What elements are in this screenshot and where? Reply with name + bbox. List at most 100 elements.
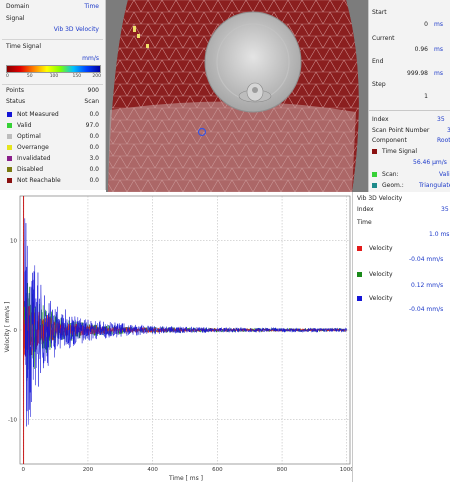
domain-value[interactable]: Time xyxy=(84,2,99,12)
geom-status-row: Geom.: Triangulated xyxy=(369,181,450,191)
disk-hub-center xyxy=(252,87,258,93)
signal-label: Signal xyxy=(6,15,25,22)
info-panel: Domain Time Signal Vib 3D Velocity Time … xyxy=(0,0,106,190)
status-item-value: 0.0 xyxy=(89,111,99,118)
start-value-row[interactable]: 0 ms xyxy=(369,20,450,30)
time-signal-value: 56.46 µm/s xyxy=(413,159,447,166)
status-item-label: Disabled xyxy=(17,166,44,173)
current-value-row[interactable]: 0.96 ms xyxy=(369,45,450,55)
status-item-value: 3.0 xyxy=(89,155,99,162)
scan-point-label: Scan Point Number xyxy=(372,127,430,134)
start-label: Start xyxy=(372,9,387,16)
status-item[interactable]: Invalidated 3.0 xyxy=(0,154,105,164)
mesh-viewport[interactable] xyxy=(106,0,368,192)
point-info-panel: Index 35 Scan Point Number 35 Component … xyxy=(368,110,450,192)
status-row[interactable]: Status Scan xyxy=(0,97,105,107)
chart-area[interactable]: 0 200 400 600 800 1000 -10 0 10 Time [ ms ] Velo… xyxy=(0,192,354,482)
end-unit: ms xyxy=(434,70,443,77)
readout-index-row: Index 35 xyxy=(353,205,450,215)
scan-label: Scan: xyxy=(382,171,399,178)
colorbar[interactable] xyxy=(6,65,101,73)
readout-time-row: Time xyxy=(353,218,450,228)
step-value-row[interactable]: 1 xyxy=(369,92,450,102)
status-swatch xyxy=(7,145,12,150)
domain-row[interactable]: Domain Time xyxy=(0,2,105,12)
readout-time-value: 1.0 ms xyxy=(429,231,450,238)
current-label: Current xyxy=(372,35,395,42)
status-swatch xyxy=(7,123,12,128)
status-item[interactable]: Not Measured 0.0 xyxy=(0,110,105,120)
status-item-value: 0.0 xyxy=(89,133,99,140)
component-value: Root xyxy=(437,137,450,144)
velocity-label: Velocity xyxy=(369,245,393,252)
readout-index-value: 35 xyxy=(441,206,449,213)
current-label-row: Current xyxy=(369,34,450,44)
signal-value[interactable]: Vib 3D Velocity xyxy=(54,25,99,35)
current-value[interactable]: 0.96 xyxy=(415,45,428,55)
signal-label-row: Signal xyxy=(0,14,105,24)
marker xyxy=(133,26,136,32)
x-tick-label: 1000 xyxy=(340,467,352,473)
status-swatch xyxy=(7,112,12,117)
status-item-label: Invalidated xyxy=(17,155,51,162)
velocity-label: Velocity xyxy=(369,271,393,278)
status-item[interactable]: Optimal 0.0 xyxy=(0,132,105,142)
mesh-lower-band xyxy=(108,101,356,192)
status-item-value: 97.0 xyxy=(85,122,99,129)
scan-value: Valid xyxy=(439,171,450,178)
geom-value: Triangulated xyxy=(419,182,450,189)
index-label: Index xyxy=(372,116,389,123)
time-signal-label: Time Signal xyxy=(382,148,418,155)
x-tick-label: 400 xyxy=(147,467,158,473)
status-item-label: Overrange xyxy=(17,144,49,151)
start-value[interactable]: 0 xyxy=(424,20,428,30)
step-value[interactable]: 1 xyxy=(424,92,428,102)
readout-index-label: Index xyxy=(357,206,374,213)
status-item[interactable]: Overrange 0.0 xyxy=(0,143,105,153)
start-unit: ms xyxy=(434,21,443,28)
signal-value-row[interactable]: Vib 3D Velocity xyxy=(0,25,105,35)
velocity-label: Velocity xyxy=(369,295,393,302)
points-label: Points xyxy=(6,87,25,94)
status-item[interactable]: Disabled 0.0 xyxy=(0,165,105,175)
colorbar-tick: 200 xyxy=(92,74,101,79)
status-item-value: 0.0 xyxy=(89,166,99,173)
points-row: Points 900 xyxy=(0,86,105,96)
status-item-label: Valid xyxy=(17,122,32,129)
points-value: 900 xyxy=(87,87,99,94)
colorbar-unit-row: mm/s xyxy=(0,54,105,64)
readout-time-label: Time xyxy=(357,219,372,226)
x-tick-label: 600 xyxy=(212,467,223,473)
y-axis-label: Velocity [ mm/s ] xyxy=(4,302,11,353)
status-value[interactable]: Scan xyxy=(84,97,99,107)
mesh-view[interactable] xyxy=(106,0,368,192)
time-signal-row[interactable]: Time Signal xyxy=(369,147,450,157)
time-signal-row: Time Signal xyxy=(0,42,105,52)
status-item[interactable]: Valid 97.0 xyxy=(0,121,105,131)
end-value-row[interactable]: 999.98 ms xyxy=(369,69,450,79)
colorbar-ticks: 0 50 100 150 200 xyxy=(6,74,101,82)
status-item-label: Not Measured xyxy=(17,111,59,118)
velocity-value: 0.12 mm/s xyxy=(411,282,444,289)
step-label-row: Step xyxy=(369,80,450,90)
status-item-value: 0.0 xyxy=(89,177,99,184)
velocity-chart[interactable]: 0 200 400 600 800 1000 -10 0 10 Time [ ms ] Velo… xyxy=(0,192,354,482)
time-signal-swatch xyxy=(372,149,377,154)
end-value[interactable]: 999.98 xyxy=(407,69,428,79)
readout-velocity-row: Velocity xyxy=(353,244,450,254)
x-axis-label: Time [ ms ] xyxy=(168,475,203,482)
current-unit: ms xyxy=(434,46,443,53)
scan-swatch xyxy=(372,172,377,177)
status-item[interactable]: Not Reachable 0.0 xyxy=(0,176,105,186)
domain-label: Domain xyxy=(6,3,30,10)
step-label: Step xyxy=(372,81,386,88)
x-tick-label: 0 xyxy=(21,467,25,473)
marker xyxy=(146,44,149,48)
status-item-label: Optimal xyxy=(17,133,41,140)
status-label: Status xyxy=(6,98,26,105)
divider xyxy=(2,84,103,85)
readout-velocity-value-row: -0.04 mm/s xyxy=(353,305,450,315)
index-row: Index 35 xyxy=(369,115,450,125)
readout-velocity-value-row: 0.12 mm/s xyxy=(353,281,450,291)
colorbar-tick: 100 xyxy=(49,74,59,79)
